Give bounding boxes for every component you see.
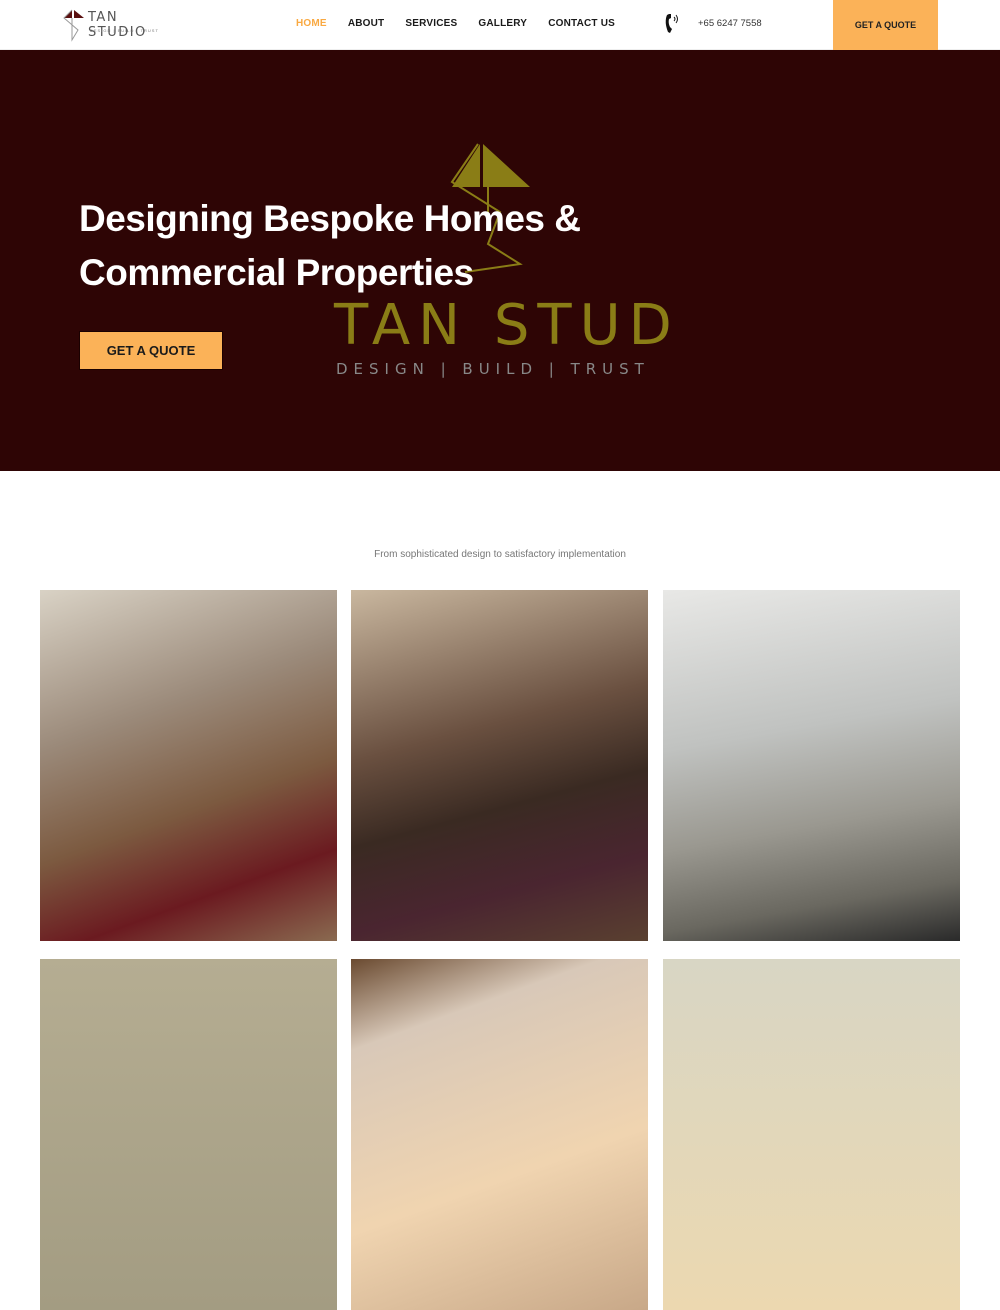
gallery-image[interactable] [40, 590, 337, 941]
nav-home[interactable]: HOME [296, 18, 327, 29]
hero-logo-name: TAN STUDIO [333, 293, 670, 358]
gallery-subtitle: From sophisticated design to satisfactor… [374, 549, 626, 560]
hero-title: Designing Bespoke Homes & Commercial Pro… [79, 198, 581, 293]
hero-get-a-quote-button[interactable]: GET A QUOTE [79, 331, 223, 370]
hero-logo-tagline: DESIGN | BUILD | TRUST [336, 360, 650, 378]
nav-about[interactable]: ABOUT [348, 18, 385, 29]
gallery-image[interactable] [40, 959, 337, 1310]
gallery-image[interactable] [351, 959, 648, 1310]
phone-number[interactable]: +65 6247 7558 [698, 18, 762, 29]
gallery-image[interactable] [663, 959, 960, 1310]
hero-section: TAN STUDIO DESIGN | BUILD | TRUST Design… [0, 50, 1000, 471]
nav-gallery[interactable]: GALLERY [478, 18, 527, 29]
logo-mark-icon [63, 9, 84, 42]
gallery-image[interactable] [351, 590, 648, 941]
nav-services[interactable]: SERVICES [405, 18, 457, 29]
nav-contact-us[interactable]: CONTACT US [548, 18, 615, 29]
site-header: TAN STUDIO DESIGN | BUILD | TRUST HOME A… [0, 0, 1000, 50]
main-nav: HOME ABOUT SERVICES GALLERY CONTACT US [296, 18, 636, 29]
get-a-quote-button[interactable]: GET A QUOTE [833, 0, 938, 50]
logo-name: TAN STUDIO [88, 10, 147, 40]
phone-icon [665, 14, 678, 33]
site-logo[interactable]: TAN STUDIO DESIGN | BUILD | TRUST [62, 8, 162, 42]
logo-tagline: DESIGN | BUILD | TRUST [90, 28, 159, 33]
gallery-image[interactable] [663, 590, 960, 941]
